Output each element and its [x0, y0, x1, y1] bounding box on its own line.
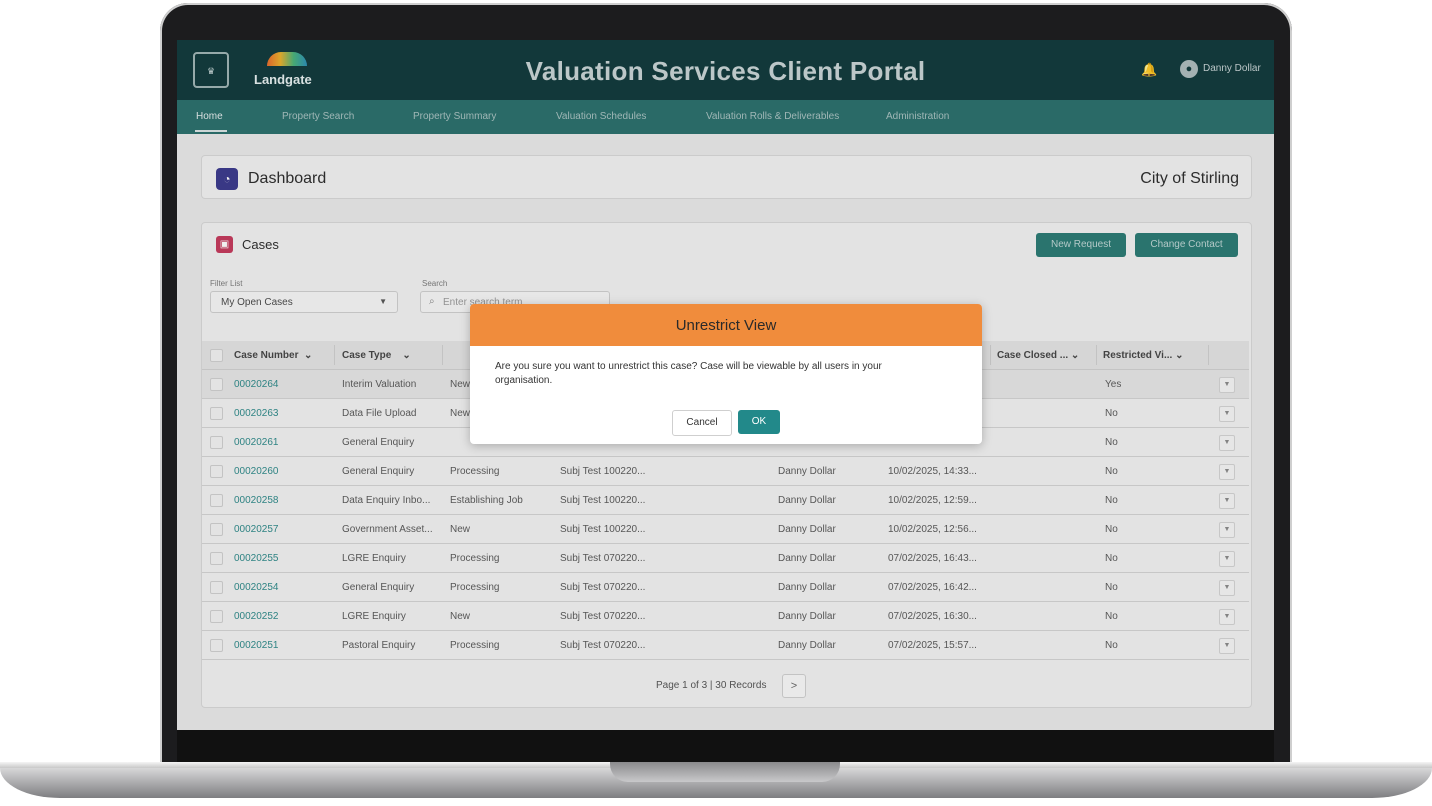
- screen-bottom-bezel: [177, 730, 1274, 762]
- dialog-header: Unrestrict View: [470, 304, 982, 346]
- laptop-hinge-notch: [610, 762, 840, 782]
- screen: ♛ Landgate Valuation Services Client Por…: [177, 40, 1274, 730]
- dialog-title: Unrestrict View: [675, 317, 777, 334]
- ok-button[interactable]: OK: [738, 410, 780, 434]
- cancel-button[interactable]: Cancel: [672, 410, 732, 436]
- dialog-message: Are you sure you want to unrestrict this…: [495, 361, 882, 386]
- unrestrict-view-dialog: Unrestrict View Are you sure you want to…: [470, 304, 982, 444]
